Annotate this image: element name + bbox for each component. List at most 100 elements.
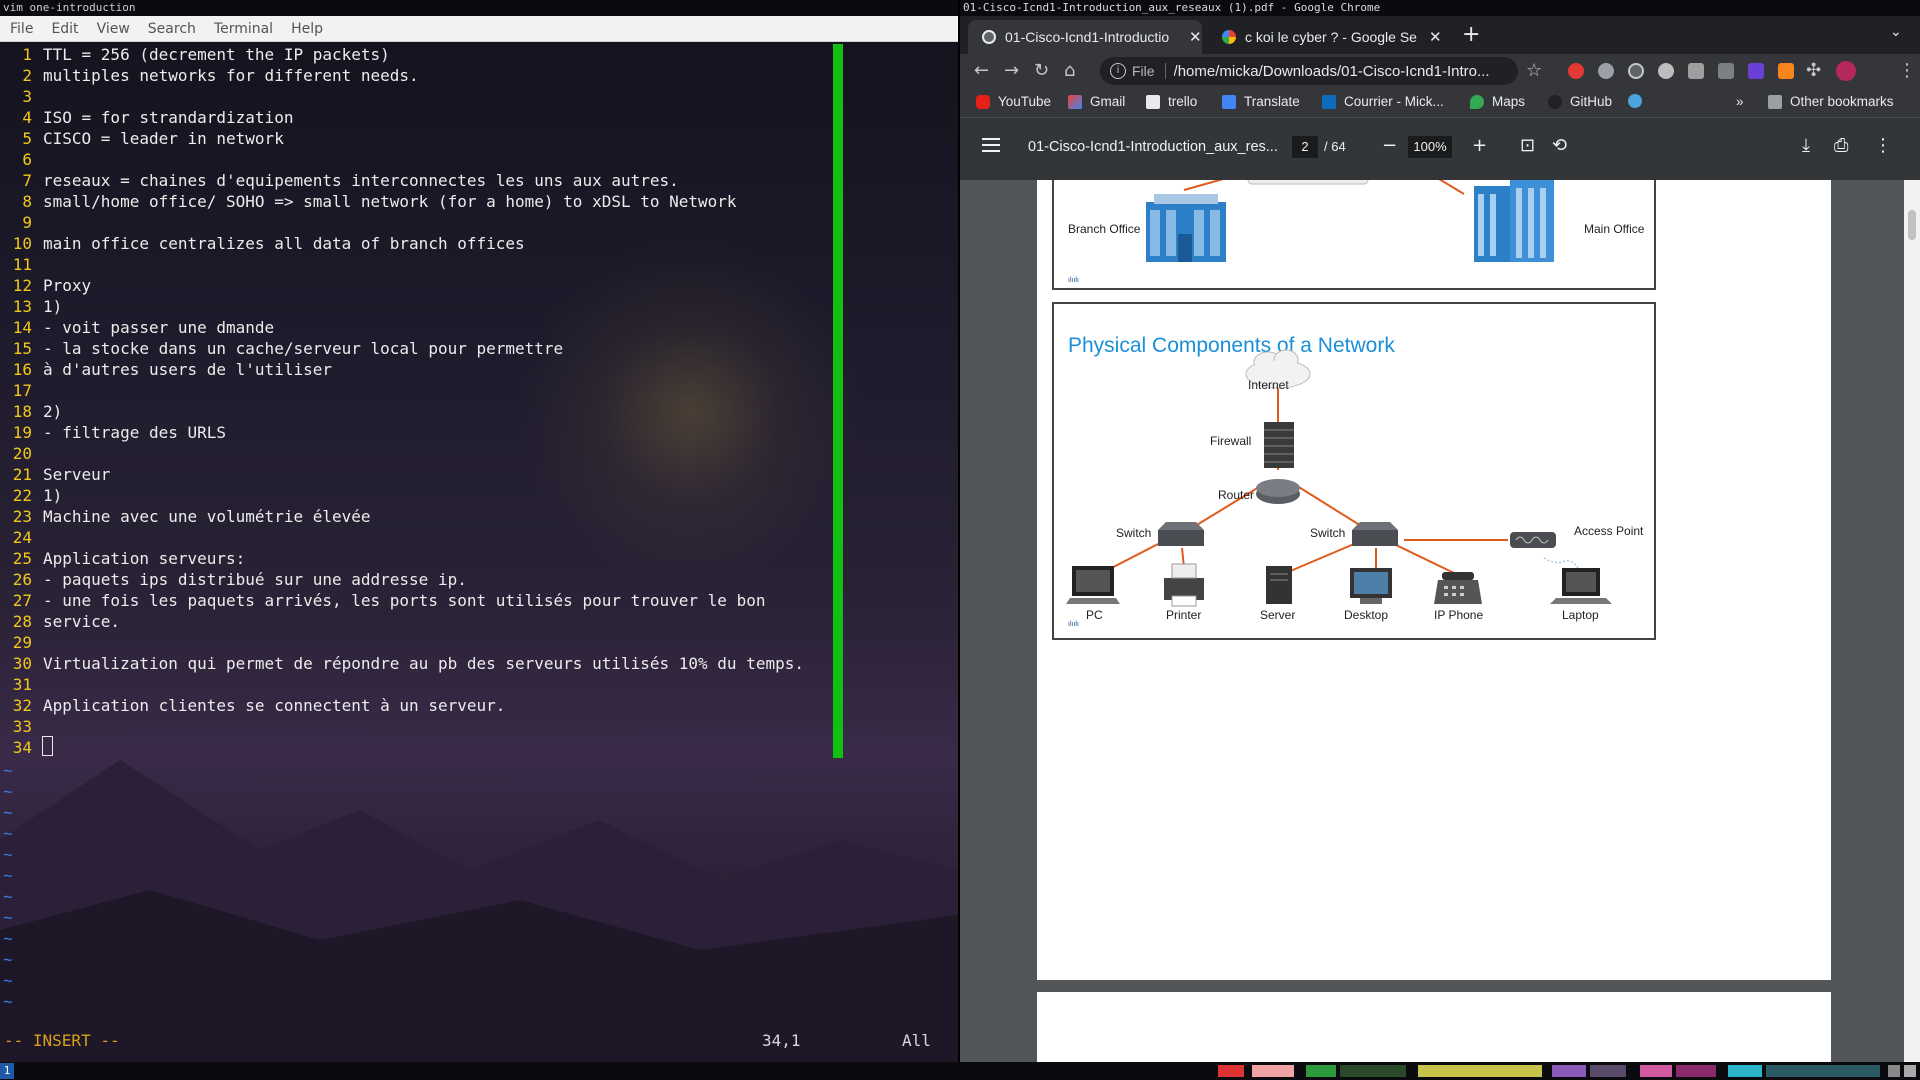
bookmark-translate[interactable]: Translate [1222,94,1300,109]
workspace-indicator[interactable]: 1 [0,1063,14,1079]
address-bar[interactable]: i File /home/micka/Downloads/01-Cisco-Ic… [1100,57,1518,85]
new-tab-button[interactable]: + [1462,22,1480,47]
buffer-line[interactable]: 33 [0,716,958,737]
buffer-line[interactable]: 2 multiples networks for different needs. [0,65,958,86]
extension-ghost-icon[interactable] [1658,63,1674,79]
buffer-line[interactable]: 1 TTL = 256 (decrement the IP packets) [0,44,958,65]
hamburger-menu-icon[interactable] [982,138,1000,152]
pdf-scrollbar[interactable] [1904,180,1920,1062]
line-text[interactable]: Virtualization qui permet de répondre au… [43,653,804,674]
line-text[interactable]: - une fois les paquets arrivés, les port… [43,590,765,611]
buffer-line[interactable]: 13 1) [0,296,958,317]
buffer-line[interactable]: 20 [0,443,958,464]
vim-buffer[interactable]: 1 TTL = 256 (decrement the IP packets) 2 mu… [0,44,958,758]
buffer-line[interactable]: 21 Serveur [0,464,958,485]
buffer-line[interactable]: 14 - voit passer une dmande [0,317,958,338]
tray-icon[interactable] [1904,1065,1916,1077]
close-icon[interactable]: ✕ [1429,28,1442,46]
buffer-line[interactable]: 27 - une fois les paquets arrivés, les po… [0,590,958,611]
line-text[interactable]: ISO = for strandardization [43,107,293,128]
close-icon[interactable]: ✕ [1189,28,1202,46]
buffer-line[interactable]: 17 [0,380,958,401]
bookmark-gmail[interactable]: Gmail [1068,94,1125,109]
puzzle-icon[interactable]: ✣ [1806,60,1821,81]
star-icon[interactable]: ☆ [1526,60,1542,81]
extension-crown-icon[interactable] [1688,63,1704,79]
tab-pdf[interactable]: 01-Cisco-Icnd1-Introductio ✕ [968,20,1202,54]
home-icon[interactable]: ⌂ [1064,60,1075,81]
bookmark-courrier[interactable]: Courrier - Mick... [1322,94,1444,109]
rotate-icon[interactable]: ⟲ [1552,135,1567,156]
extension-target-icon[interactable] [1628,63,1644,79]
tab-search-chevron-icon[interactable]: ⌄ [1890,24,1902,40]
buffer-line[interactable]: 16 à d'autres users de l'utiliser [0,359,958,380]
info-icon[interactable]: i [1110,63,1126,79]
line-text[interactable]: - filtrage des URLS [43,422,226,443]
pdf-viewport[interactable]: ılıılı Branch Office Main Office Physica… [960,180,1920,1062]
menu-search[interactable]: Search [148,21,196,37]
buffer-line[interactable]: 3 [0,86,958,107]
line-text[interactable]: - voit passer une dmande [43,317,274,338]
line-text[interactable]: Machine avec une volumétrie élevée [43,506,371,527]
bookmark-maps[interactable]: Maps [1470,94,1525,109]
buffer-line[interactable]: 23 Machine avec une volumétrie élevée [0,506,958,527]
line-text[interactable]: Application serveurs: [43,548,245,569]
menu-file[interactable]: File [10,21,33,37]
line-text[interactable]: CISCO = leader in network [43,128,284,149]
buffer-line[interactable]: 32 Application clientes se connectent à u… [0,695,958,716]
line-text[interactable]: 1) [43,296,62,317]
extension-gear-icon[interactable] [1598,63,1614,79]
reload-icon[interactable]: ↻ [1034,60,1049,81]
buffer-line[interactable]: 34 [0,737,958,758]
buffer-line[interactable]: 29 [0,632,958,653]
url-text[interactable]: /home/micka/Downloads/01-Cisco-Icnd1-Int… [1174,63,1518,80]
zoom-out-icon[interactable]: − [1382,135,1397,156]
bookmark-favicon[interactable] [1628,94,1650,108]
forward-arrow-icon[interactable]: → [1004,60,1019,81]
scrollbar-thumb[interactable] [1908,210,1916,240]
buffer-line[interactable]: 26 - paquets ips distribué sur une addres… [0,569,958,590]
line-text[interactable]: reseaux = chaines d'equipements intercon… [43,170,679,191]
bookmark-trello[interactable]: trello [1146,94,1197,109]
bookmark-github[interactable]: GitHub [1548,94,1612,109]
buffer-line[interactable]: 15 - la stocke dans un cache/serveur loca… [0,338,958,359]
download-icon[interactable]: ⤓ [1802,135,1810,156]
line-text[interactable]: service. [43,611,120,632]
kebab-menu-icon[interactable]: ⋮ [1898,60,1916,81]
menu-terminal[interactable]: Terminal [214,21,273,37]
buffer-line[interactable]: 31 [0,674,958,695]
menu-view[interactable]: View [97,21,130,37]
line-text[interactable]: multiples networks for different needs. [43,65,419,86]
bookmarks-overflow[interactable]: » [1736,94,1744,109]
line-text[interactable]: small/home office/ SOHO => small network… [43,191,737,212]
buffer-line[interactable]: 8 small/home office/ SOHO => small networ… [0,191,958,212]
extension-fox-icon[interactable] [1778,63,1794,79]
buffer-line[interactable]: 4 ISO = for strandardization [0,107,958,128]
buffer-line[interactable]: 19 - filtrage des URLS [0,422,958,443]
buffer-line[interactable]: 18 2) [0,401,958,422]
extension-diamond-icon[interactable] [1748,63,1764,79]
line-text[interactable]: Proxy [43,275,91,296]
buffer-line[interactable]: 10 main office centralizes all data of br… [0,233,958,254]
back-arrow-icon[interactable]: ← [974,60,989,81]
buffer-line[interactable]: 28 service. [0,611,958,632]
buffer-line[interactable]: 12 Proxy [0,275,958,296]
zoom-input[interactable]: 100% [1408,136,1452,158]
extension-pocket-icon[interactable] [1718,63,1734,79]
line-text[interactable]: TTL = 256 (decrement the IP packets) [43,44,390,65]
buffer-line[interactable]: 25 Application serveurs: [0,548,958,569]
wifi-icon[interactable] [1888,1065,1900,1077]
line-text[interactable]: 2) [43,401,62,422]
buffer-line[interactable]: 24 [0,527,958,548]
buffer-line[interactable]: 30 Virtualization qui permet de répondre … [0,653,958,674]
print-icon[interactable]: ⎙ [1834,135,1848,156]
buffer-line[interactable]: 7 reseaux = chaines d'equipements interco… [0,170,958,191]
extension-shield-icon[interactable] [1568,63,1584,79]
line-text[interactable]: main office centralizes all data of bran… [43,233,525,254]
line-text[interactable]: 1) [43,485,62,506]
more-options-icon[interactable]: ⋮ [1874,135,1892,156]
buffer-line[interactable]: 11 [0,254,958,275]
zoom-in-icon[interactable]: + [1472,135,1487,156]
line-text[interactable]: - paquets ips distribué sur une addresse… [43,569,467,590]
other-bookmarks[interactable]: Other bookmarks [1768,94,1894,109]
